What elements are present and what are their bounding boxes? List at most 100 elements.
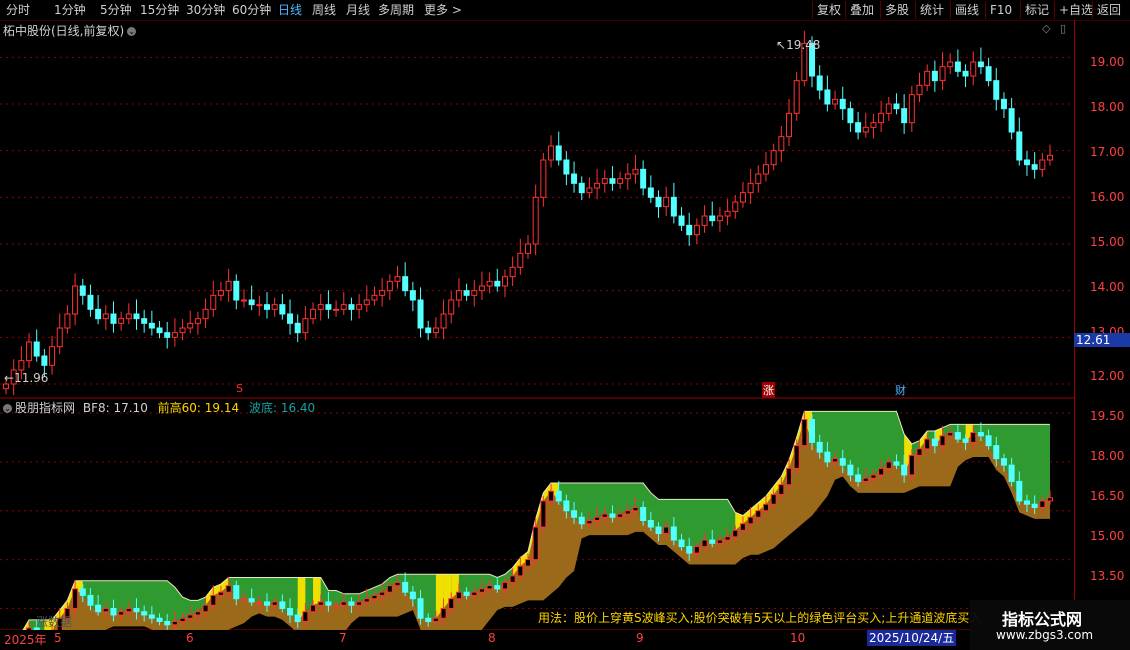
candle-body	[609, 513, 616, 518]
candle-body	[601, 513, 608, 518]
candle-body	[371, 594, 378, 600]
candle-body	[962, 438, 969, 443]
candle-body	[709, 539, 716, 544]
candle-body	[517, 565, 524, 577]
candle-body	[49, 346, 56, 366]
candle-body	[217, 591, 224, 596]
candle-body	[1039, 500, 1046, 508]
candle-body	[532, 526, 539, 561]
candle-body	[993, 445, 1000, 460]
candle-body	[425, 327, 432, 334]
candle-body	[947, 432, 954, 437]
back-button[interactable]: 返回	[1092, 1, 1125, 19]
candle-body	[732, 529, 739, 538]
candle-body	[970, 61, 977, 77]
candle-body	[325, 304, 332, 310]
usage-note: 用法：股价上穿黄S波峰买入;股价突破有5天以上的绿色评台买入;上升通道波底买入	[538, 611, 982, 625]
candle-body	[540, 500, 547, 528]
candle-body	[225, 585, 232, 593]
candle-body	[716, 215, 723, 222]
candle-body	[985, 66, 992, 82]
indicator-name[interactable]: 股朋指标网	[15, 401, 75, 415]
indicator-y-tick: 16.50	[1090, 489, 1125, 503]
candle-body	[693, 224, 700, 236]
candle-body	[954, 432, 961, 440]
candle-body	[486, 585, 493, 590]
candle-body	[908, 454, 915, 476]
candle-body	[409, 591, 416, 600]
candle-body	[571, 173, 578, 184]
finance-marker[interactable]: 财	[895, 382, 906, 398]
candle-body	[548, 490, 555, 502]
candle-body	[924, 70, 931, 86]
candle-body	[494, 280, 501, 287]
candle-body	[95, 308, 102, 320]
chevron-down-icon[interactable]: ⌄	[3, 404, 12, 413]
candle-body	[279, 304, 286, 315]
candle-body	[340, 601, 347, 606]
faint-watermark-text: 涨数据	[36, 615, 73, 629]
candle-body	[724, 210, 731, 217]
indicator-y-tick: 19.50	[1090, 409, 1125, 423]
candle-body	[386, 585, 393, 593]
low-price-label: ←11.96	[4, 371, 49, 385]
candle-body	[148, 614, 155, 619]
candle-body	[494, 585, 501, 590]
candle-body	[294, 614, 301, 622]
candle-body	[455, 591, 462, 600]
candle-body	[586, 187, 593, 194]
candle-body	[824, 89, 831, 105]
candle-body	[624, 173, 631, 180]
s-signal-marker[interactable]: S	[236, 382, 243, 395]
candle-body	[463, 591, 470, 596]
candle-body	[409, 290, 416, 301]
candle-body	[233, 585, 240, 600]
candle-body	[993, 80, 1000, 100]
candle-body	[210, 294, 217, 310]
candle-body	[885, 103, 892, 114]
candle-body	[79, 285, 86, 296]
candle-body	[678, 539, 685, 548]
candle-body	[586, 520, 593, 525]
candle-body	[440, 607, 447, 619]
y-tick: 12.00	[1090, 369, 1125, 383]
limit-up-marker[interactable]: 涨	[762, 382, 775, 398]
candle-body	[356, 601, 363, 606]
candle-body	[102, 607, 109, 613]
candle-body	[294, 322, 301, 334]
y-tick: 18.00	[1090, 100, 1125, 114]
candle-body	[686, 546, 693, 554]
candle-body	[655, 526, 662, 535]
date-label: 9	[636, 631, 644, 645]
candle-body	[1008, 464, 1015, 482]
candle-body	[509, 266, 516, 278]
candle-body	[72, 588, 79, 609]
candle-body	[225, 280, 232, 292]
kline-chart[interactable]	[0, 0, 1074, 630]
candle-body	[125, 607, 132, 613]
candle-body	[95, 604, 102, 613]
candle-body	[755, 173, 762, 184]
candle-body	[210, 594, 217, 606]
candle-body	[171, 620, 178, 626]
candle-body	[64, 313, 71, 329]
candle-body	[118, 611, 125, 616]
date-label: 8	[488, 631, 496, 645]
candle-body	[56, 327, 63, 348]
candle-body	[501, 581, 508, 590]
date-label: 7	[339, 631, 347, 645]
candle-body	[747, 516, 754, 525]
candle-body	[248, 299, 255, 306]
peak-area	[313, 577, 321, 606]
candle-body	[870, 122, 877, 128]
candle-body	[693, 546, 700, 554]
candle-body	[724, 536, 731, 541]
candle-body	[901, 108, 908, 124]
candle-body	[164, 620, 171, 626]
candle-body	[624, 510, 631, 515]
candle-body	[555, 490, 562, 502]
candle-body	[686, 224, 693, 236]
candle-body	[678, 215, 685, 226]
candle-body	[540, 159, 547, 198]
candle-body	[1023, 159, 1030, 166]
